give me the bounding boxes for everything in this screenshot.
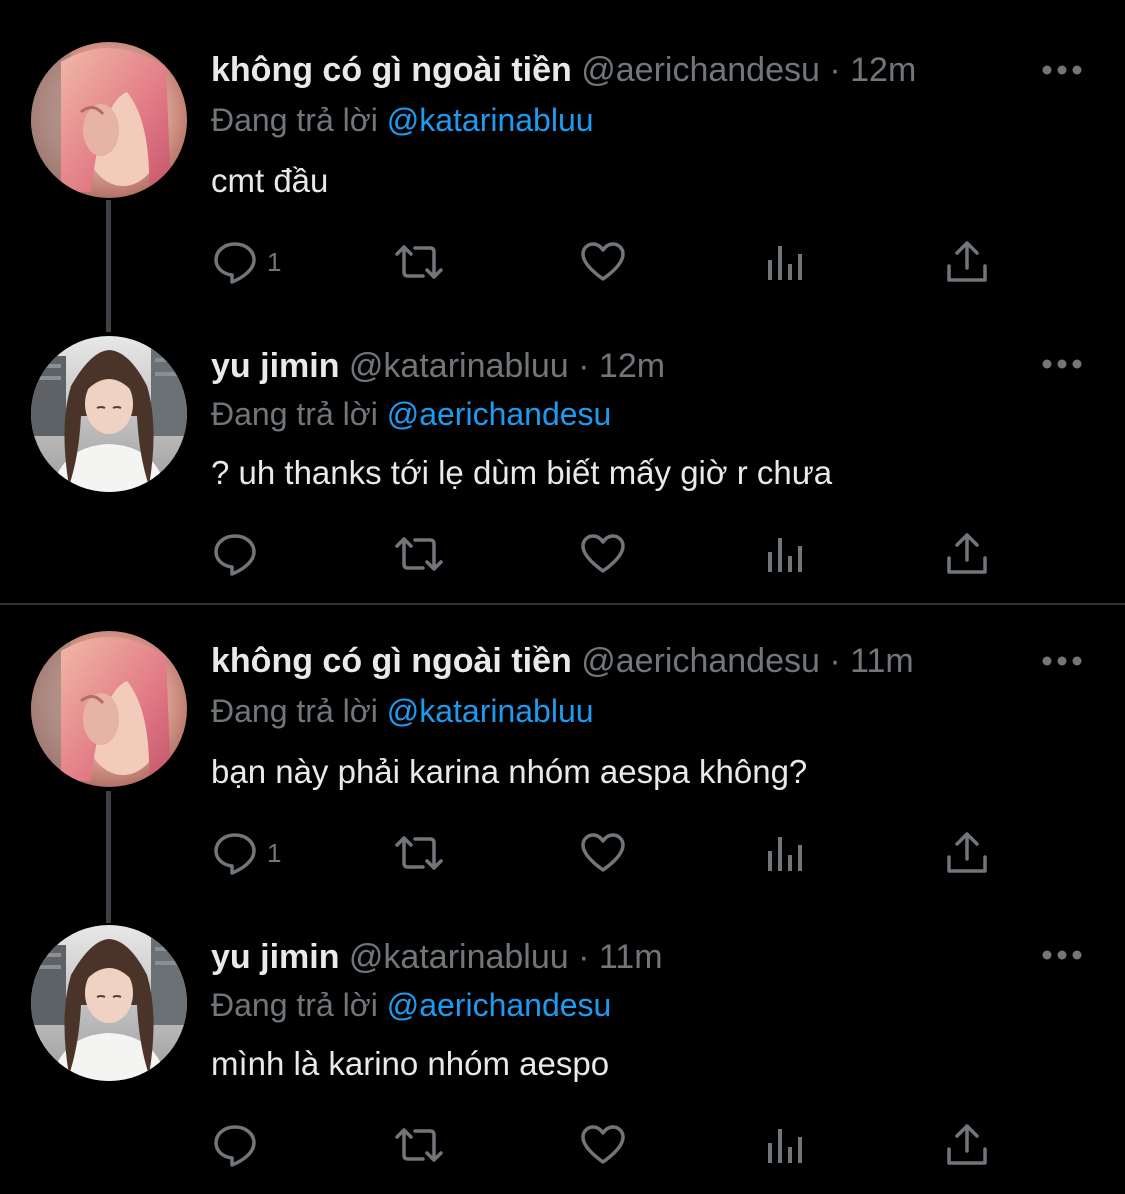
author-handle[interactable]: @aerichandesu [581,51,820,89]
views-button[interactable] [761,1117,809,1173]
author-handle[interactable]: @aerichandesu [581,642,820,680]
retweet-icon [395,1128,443,1162]
views-icon [768,1129,802,1163]
replying-to-mention[interactable]: @katarinabluu [387,102,594,138]
replying-to-mention[interactable]: @aerichandesu [387,987,612,1023]
tweet-text: bạn này phải karina nhóm aespa không? [211,753,808,790]
like-button[interactable] [579,234,627,290]
avatar-brown-hair[interactable] [31,336,187,492]
replying-to: Đang trả lời @aerichandesu [211,985,611,1025]
avatar-pink-hair[interactable] [31,631,187,787]
reply-count: 1 [267,246,282,277]
reply-count: 1 [267,837,282,868]
action-bar [211,526,1011,582]
share-icon [947,832,987,873]
views-button[interactable] [761,234,809,290]
retweet-button[interactable] [391,526,447,582]
timestamp[interactable]: 11m [599,938,663,976]
thread-2: không có gì ngoài tiền @aerichandesu · 1… [0,603,1125,1194]
reply-button[interactable] [211,1117,267,1173]
timestamp[interactable]: 12m [599,347,665,385]
tweet-text: cmt đầu [211,162,329,199]
views-button[interactable] [761,825,809,881]
replying-to-mention[interactable]: @aerichandesu [387,396,612,432]
separator: · [578,347,590,385]
replying-to-label: Đang trả lời [211,396,378,432]
action-bar [211,1117,1011,1173]
replying-to-label: Đang trả lời [211,693,378,729]
tweet-header: yu jimin @katarinabluu · 12m [211,346,665,386]
heart-icon [581,833,625,872]
replying-to: Đang trả lời @aerichandesu [211,394,611,434]
like-button[interactable] [579,1117,627,1173]
reply-icon [214,242,256,284]
reply-icon [214,1125,256,1167]
thread-1: không có gì ngoài tiền @aerichandesu · 1… [0,0,1125,603]
replying-to-label: Đang trả lời [211,102,378,138]
like-button[interactable] [579,825,627,881]
tweet-text: mình là karino nhóm aespo [211,1045,610,1082]
tweet-header: yu jimin @katarinabluu · 11m [211,937,663,977]
avatar-brown-hair[interactable] [31,925,187,1081]
author-name[interactable]: không có gì ngoài tiền [211,51,572,89]
tweet-text: ? uh thanks tới lẹ dùm biết mấy giờ r ch… [211,454,833,491]
replying-to-mention[interactable]: @katarinabluu [387,693,594,729]
heart-icon [581,534,625,573]
more-icon[interactable] [1040,653,1084,669]
reply-icon [214,833,256,875]
views-icon [768,837,802,871]
heart-icon [581,1125,625,1164]
action-bar: 1 [211,234,1011,290]
separator: · [829,642,841,680]
views-icon [768,246,802,280]
more-icon[interactable] [1040,62,1084,78]
share-button[interactable] [943,825,991,881]
author-handle[interactable]: @katarinabluu [349,938,569,976]
tweet[interactable]: không có gì ngoài tiền @aerichandesu · 1… [0,0,1125,294]
share-icon [947,533,987,574]
reply-button[interactable]: 1 [211,825,281,881]
views-icon [768,538,802,572]
retweet-button[interactable] [391,1117,447,1173]
share-button[interactable] [943,526,991,582]
like-button[interactable] [579,526,627,582]
timestamp[interactable]: 11m [850,642,914,680]
share-button[interactable] [943,1117,991,1173]
heart-icon [581,242,625,281]
tweet[interactable]: không có gì ngoài tiền @aerichandesu · 1… [0,605,1125,899]
share-button[interactable] [943,234,991,290]
tweet[interactable]: yu jimin @katarinabluu · 12m Đang trả lờ… [0,294,1125,588]
timestamp[interactable]: 12m [850,51,916,89]
separator: · [829,51,841,89]
share-icon [947,1124,987,1165]
reply-button[interactable]: 1 [211,234,281,290]
more-icon[interactable] [1040,947,1084,963]
replying-to: Đang trả lời @katarinabluu [211,691,594,731]
tweet[interactable]: yu jimin @katarinabluu · 11m Đang trả lờ… [0,899,1125,1193]
author-name[interactable]: yu jimin [211,938,339,976]
reply-button[interactable] [211,526,267,582]
author-name[interactable]: không có gì ngoài tiền [211,642,572,680]
action-bar: 1 [211,825,1011,881]
retweet-icon [395,836,443,870]
retweet-button[interactable] [391,234,447,290]
retweet-icon [395,537,443,571]
separator: · [578,938,590,976]
reply-icon [214,534,256,576]
replying-to-label: Đang trả lời [211,987,378,1023]
avatar-pink-hair[interactable] [31,42,187,198]
replying-to: Đang trả lời @katarinabluu [211,100,594,140]
views-button[interactable] [761,526,809,582]
more-icon[interactable] [1040,356,1084,372]
retweet-button[interactable] [391,825,447,881]
author-handle[interactable]: @katarinabluu [349,347,569,385]
retweet-icon [395,245,443,279]
tweet-header: không có gì ngoài tiền @aerichandesu · 1… [211,641,914,681]
author-name[interactable]: yu jimin [211,347,339,385]
share-icon [947,241,987,282]
tweet-header: không có gì ngoài tiền @aerichandesu · 1… [211,50,916,90]
